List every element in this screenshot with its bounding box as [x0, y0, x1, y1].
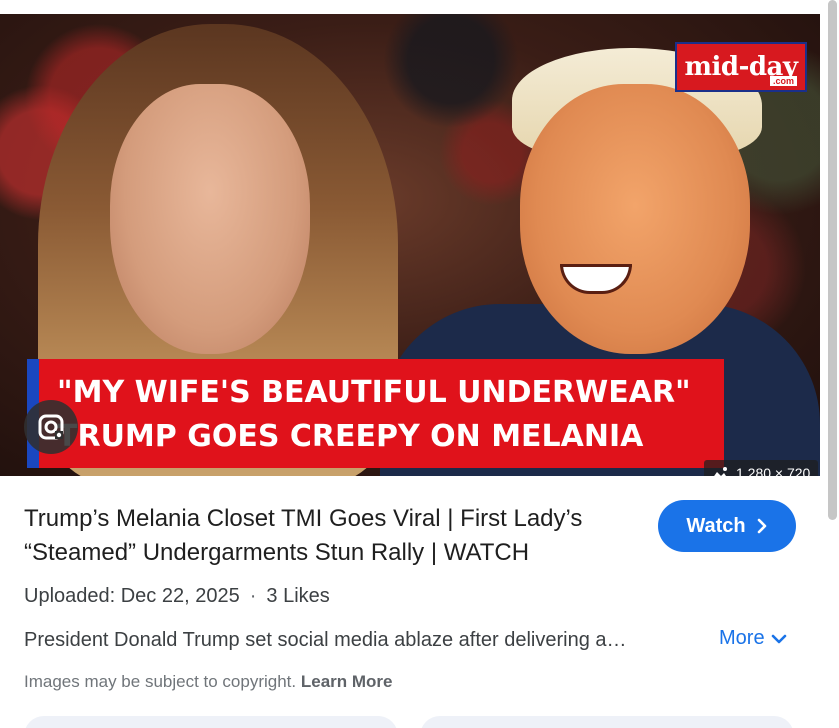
related-chip-1[interactable] — [24, 716, 398, 728]
image-dimensions: 1,280 × 720 — [736, 465, 811, 476]
result-meta: Uploaded: Dec 22, 2025 · 3 Likes — [24, 585, 330, 608]
watch-button[interactable]: Watch — [658, 500, 796, 552]
headline-line-1: "MY WIFE'S BEAUTIFUL UNDERWEAR" — [57, 375, 691, 410]
mid-day-logo: mid-day .com — [675, 42, 807, 92]
learn-more-link[interactable]: Learn More — [301, 672, 393, 691]
top-strip — [0, 0, 839, 14]
woman-face — [110, 84, 310, 354]
more-button[interactable]: More — [719, 627, 787, 650]
man-face — [520, 84, 750, 354]
copyright-text: Images may be subject to copyright. — [24, 672, 297, 691]
chevron-right-icon — [757, 518, 766, 534]
upload-date: Uploaded: Dec 22, 2025 — [24, 585, 240, 607]
meta-separator: · — [249, 585, 257, 607]
image-size-icon — [714, 467, 727, 476]
result-description: President Donald Trump set social media … — [24, 629, 627, 651]
scrollbar-thumb[interactable] — [828, 0, 837, 520]
headline-banner: "MY WIFE'S BEAUTIFUL UNDERWEAR" TRUMP GO… — [27, 359, 724, 468]
chevron-down-icon — [771, 634, 786, 643]
copyright-notice: Images may be subject to copyright. Lear… — [24, 672, 393, 692]
logo-sub: .com — [769, 76, 797, 86]
image-dimensions-badge: 1,280 × 720 — [704, 460, 818, 476]
result-title[interactable]: Trump’s Melania Closet TMI Goes Viral | … — [24, 502, 644, 570]
likes-count: 3 Likes — [266, 585, 330, 607]
headline-line-2: TRUMP GOES CREEPY ON MELANIA — [57, 419, 644, 454]
more-label: More — [719, 627, 765, 649]
google-lens-button[interactable] — [24, 400, 78, 454]
watch-label: Watch — [686, 514, 746, 537]
result-image[interactable]: mid-day .com "MY WIFE'S BEAUTIFUL UNDERW… — [0, 14, 820, 476]
related-chip-2[interactable] — [420, 716, 794, 728]
google-lens-icon — [38, 414, 64, 440]
